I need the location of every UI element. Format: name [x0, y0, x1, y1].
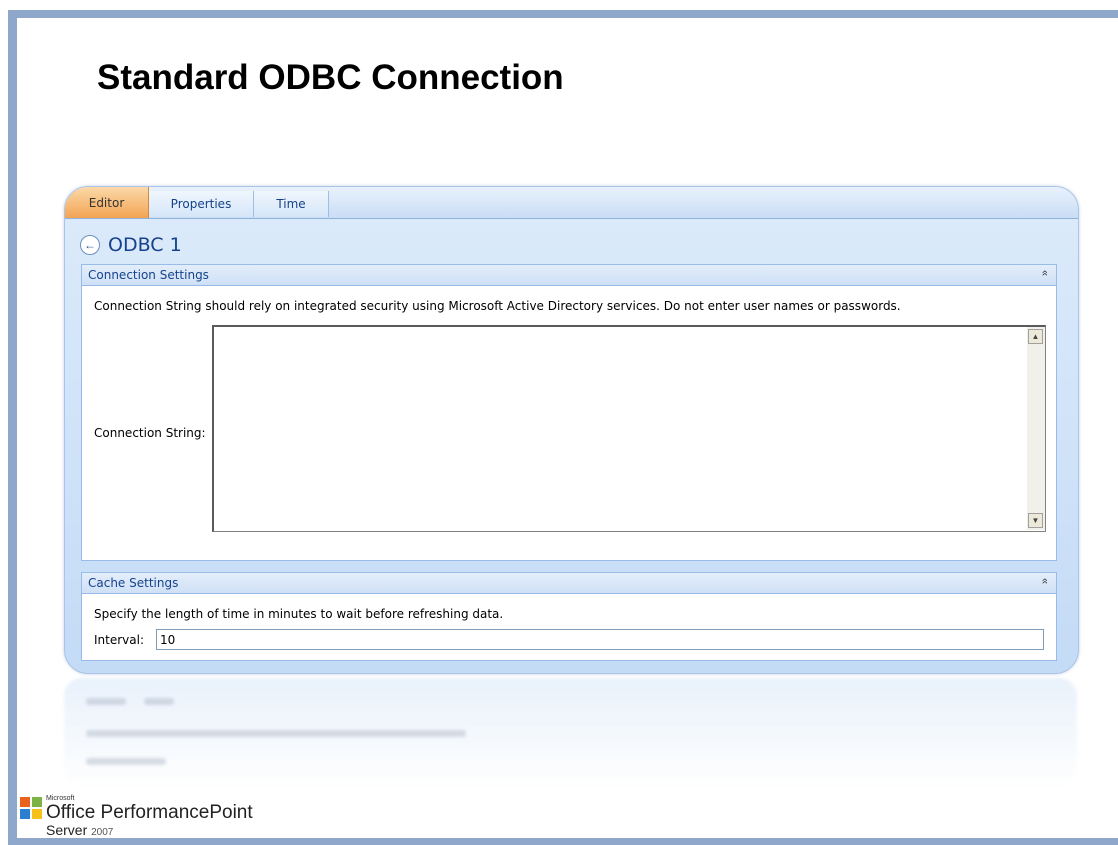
connection-settings-panel: Connection Settings » Connection String … — [81, 264, 1057, 561]
double-chevron-up-icon[interactable]: » — [1039, 578, 1051, 584]
double-chevron-up-icon[interactable]: » — [1039, 270, 1051, 276]
logo-microsoft-text: Microsoft — [46, 795, 75, 802]
window-reflection — [64, 678, 1077, 788]
connection-settings-header[interactable]: Connection Settings » — [82, 265, 1056, 286]
connection-string-field[interactable] — [214, 327, 1026, 530]
slide-top-margin — [0, 0, 1118, 10]
back-arrow-icon[interactable]: ← — [80, 235, 100, 255]
office-logo-icon — [20, 797, 44, 821]
slide-frame-top — [8, 10, 1118, 18]
connection-string-label: Connection String: — [94, 426, 206, 440]
page-title: ODBC 1 — [108, 234, 182, 256]
interval-field[interactable] — [156, 629, 1044, 650]
logo-product-text: Office PerformancePoint — [46, 802, 253, 823]
scroll-up-arrow-icon[interactable]: ▲ — [1028, 329, 1043, 344]
slide-frame-left — [8, 10, 17, 840]
connection-help-text: Connection String should rely on integra… — [94, 299, 901, 313]
editor-header: ← ODBC 1 — [80, 233, 182, 257]
cache-settings-title: Cache Settings — [88, 576, 179, 590]
logo-year: 2007 — [91, 827, 114, 838]
slide-title: Standard ODBC Connection — [97, 58, 564, 97]
tab-strip: Editor Properties Time — [65, 187, 1078, 219]
cache-settings-header[interactable]: Cache Settings » — [82, 573, 1056, 594]
connection-string-box: ▲ ▼ — [212, 325, 1046, 532]
cache-help-text: Specify the length of time in minutes to… — [94, 607, 504, 621]
connection-settings-title: Connection Settings — [88, 268, 209, 282]
cache-settings-panel: Cache Settings » Specify the length of t… — [81, 572, 1057, 661]
tab-properties[interactable]: Properties — [149, 191, 254, 217]
app-window: Editor Properties Time ← ODBC 1 Connecti… — [64, 186, 1079, 674]
interval-label: Interval: — [94, 633, 144, 647]
logo-server-text: Server 2007 — [46, 822, 113, 838]
office-performancepoint-logo: Microsoft Office PerformancePoint Server… — [20, 795, 260, 840]
scroll-down-arrow-icon[interactable]: ▼ — [1028, 513, 1043, 528]
logo-server-word: Server — [46, 822, 88, 838]
tab-editor[interactable]: Editor — [65, 187, 149, 218]
textarea-scrollbar[interactable]: ▲ ▼ — [1027, 327, 1045, 530]
tab-time[interactable]: Time — [254, 191, 329, 217]
